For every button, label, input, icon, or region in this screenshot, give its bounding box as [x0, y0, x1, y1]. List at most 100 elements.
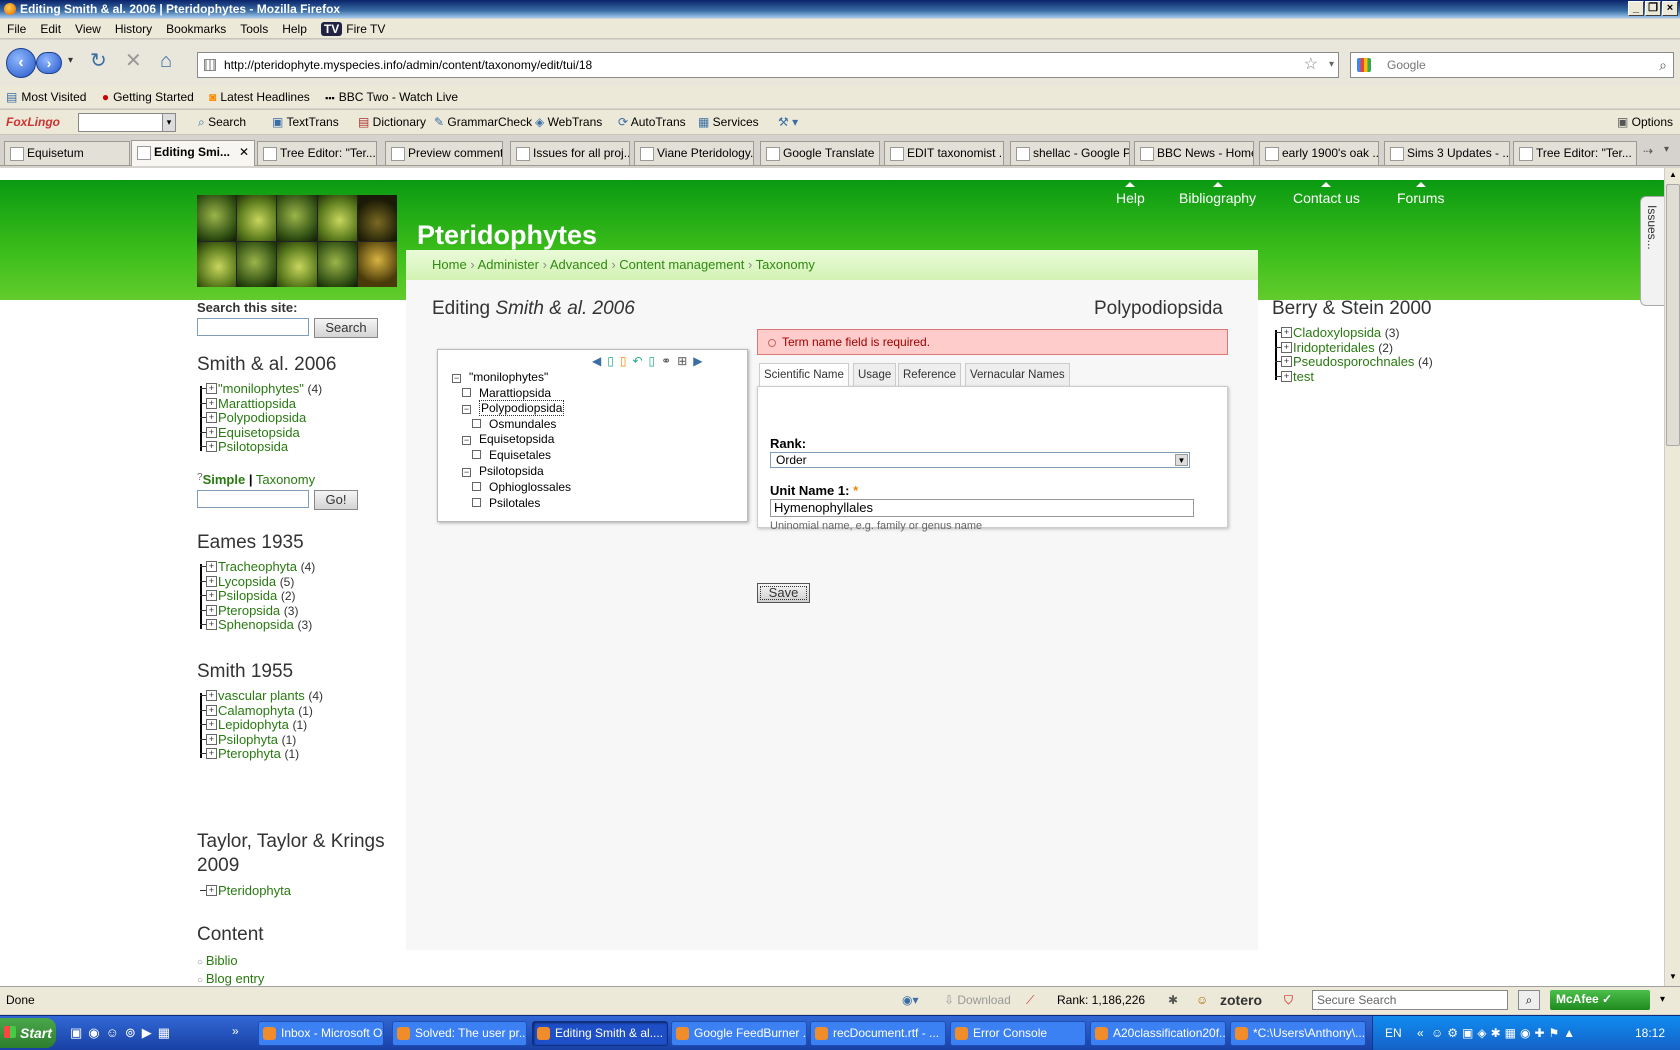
restore-button[interactable]: ❐ — [1645, 1, 1661, 16]
scrollbar-thumb[interactable] — [1666, 184, 1680, 446]
tab-bbc-news[interactable]: BBC News - Home — [1134, 141, 1254, 165]
fox-dictionary-item[interactable]: ▤ Dictionary — [358, 110, 426, 134]
tree-item-lycopsida[interactable]: Lycopsida (5) — [198, 574, 315, 590]
tab-vernacular-names[interactable]: Vernacular Names — [965, 363, 1070, 387]
tab-scroll-icon[interactable]: ⇢ — [1643, 144, 1653, 158]
tab-list-icon[interactable]: ▾ — [1664, 144, 1669, 155]
crumb-taxonomy[interactable]: Taxonomy — [756, 257, 815, 272]
bookmark-latest-headlines[interactable]: Latest Headlines — [220, 90, 309, 104]
fox-webtrans-item[interactable]: ◈ WebTrans — [535, 110, 602, 134]
list-item[interactable]: ○ Blog entry — [197, 971, 264, 986]
tree-item-lepidophyta[interactable]: Lepidophyta (1) — [198, 717, 323, 733]
save-button[interactable]: Save — [757, 583, 810, 603]
graph-icon[interactable]: ⟋ — [1026, 987, 1034, 1013]
unit-name-input[interactable]: Hymenophyllales — [770, 499, 1194, 517]
mcafee-dropdown-icon[interactable]: ▾ — [1660, 987, 1665, 1013]
tab-tree-editor-2[interactable]: Tree Editor: "Ter... — [1513, 141, 1637, 165]
chevron-down-icon[interactable]: ▼ — [1175, 454, 1188, 466]
add-sibling-icon[interactable]: ▯ — [620, 354, 633, 368]
tree-prev-icon[interactable]: ◀ — [592, 354, 607, 368]
bookmark-getting-started[interactable]: Getting Started — [113, 90, 194, 104]
face-icon[interactable]: ☺ — [1196, 987, 1208, 1013]
stop-icon[interactable]: ✕ — [125, 50, 142, 72]
quicklaunch-more-icon[interactable]: » — [232, 1024, 239, 1038]
fox-services-item[interactable]: ▦ Services — [698, 110, 759, 134]
task-solved[interactable]: Solved: The user pr... — [392, 1021, 527, 1046]
forward-button[interactable]: › — [36, 52, 62, 74]
task-inbox[interactable]: Inbox - Microsoft O... — [258, 1021, 384, 1046]
tree-node-selected[interactable]: − Polypodiopsida — [462, 400, 565, 416]
site-name[interactable]: Pteridophytes — [417, 220, 597, 251]
binoculars-icon[interactable]: ⊞ — [677, 354, 693, 368]
fox-search-item[interactable]: ⌕ Search — [198, 110, 246, 134]
close-button[interactable]: × — [1662, 1, 1678, 16]
tree-node[interactable]: Ophioglossales — [472, 480, 571, 494]
tree-node[interactable]: Osmundales — [472, 417, 556, 431]
nav-forums[interactable]: Forums — [1397, 182, 1444, 206]
undo-icon[interactable]: ↶ — [632, 354, 648, 368]
tab-editing-smith[interactable]: Editing Smi... ✕ — [131, 140, 255, 166]
tab-reference[interactable]: Reference — [898, 363, 962, 387]
home-icon[interactable]: ⌂ — [160, 50, 172, 72]
reload-icon[interactable]: ↻ — [90, 50, 107, 72]
search-icon[interactable]: ⌕ — [1659, 53, 1667, 77]
google-icon[interactable] — [1357, 58, 1371, 72]
scroll-up-icon[interactable]: ▲ — [1666, 168, 1680, 182]
tree-node[interactable]: − "monilophytes" — [452, 370, 548, 384]
download-item[interactable]: ⇩ Download — [944, 987, 1011, 1013]
tree-node[interactable]: Equisetales — [472, 448, 551, 462]
firetv-menu[interactable]: TV Fire TV — [314, 19, 392, 39]
tab-tree-editor[interactable]: Tree Editor: "Ter... — [257, 141, 377, 165]
taxonomy-link[interactable]: Taxonomy — [256, 472, 315, 487]
fox-options[interactable]: ▣ Options — [1617, 110, 1673, 134]
list-item[interactable]: ○ Biblio — [197, 953, 264, 971]
tools-icon[interactable]: ⚒ ▾ — [778, 110, 798, 134]
firebug-icon[interactable]: ✱ — [1168, 987, 1178, 1013]
tree-item-tracheophyta[interactable]: Tracheophyta (4) — [198, 559, 315, 575]
crumb-administer[interactable]: Administer — [478, 257, 539, 272]
tray-expand-icon[interactable]: « — [1417, 1016, 1424, 1050]
tree-next-icon[interactable]: ▶ — [693, 354, 708, 368]
crumb-home[interactable]: Home — [432, 257, 467, 272]
foxlingo-dropdown-icon[interactable]: ▾ — [162, 113, 176, 132]
tab-viane[interactable]: Viane Pteridology... — [634, 141, 754, 165]
tab-sims3[interactable]: Sims 3 Updates - ... — [1384, 141, 1510, 165]
add-term-icon[interactable]: ▯ — [649, 354, 662, 368]
tab-close-icon[interactable]: ✕ — [239, 141, 249, 163]
tree-node[interactable]: Psilotales — [472, 496, 540, 510]
menu-bookmarks[interactable]: Bookmarks — [159, 19, 233, 39]
issues-side-tab[interactable]: Issues... — [1640, 196, 1664, 306]
fox-texttrans-item[interactable]: ▣ TextTrans — [272, 110, 339, 134]
tree-node[interactable]: Marattiopsida — [462, 386, 551, 400]
foxlingo-brand[interactable]: FoxLingo — [6, 110, 60, 134]
task-feedburner[interactable]: Google FeedBurner ... — [671, 1021, 807, 1046]
page-scrollbar[interactable]: ▲ ▼ — [1664, 168, 1680, 986]
url-bar[interactable]: http://pteridophyte.myspecies.info/admin… — [197, 52, 1339, 78]
tree-item-calamophyta[interactable]: Calamophyta (1) — [198, 703, 323, 719]
nav-help[interactable]: Help — [1116, 182, 1145, 206]
tree-item-pteropsida[interactable]: Pteropsida (3) — [198, 603, 315, 619]
simple-link[interactable]: Simple — [203, 472, 246, 487]
back-button[interactable]: ‹ — [6, 48, 36, 78]
history-dropdown-icon[interactable]: ▾ — [68, 50, 73, 72]
menu-file[interactable]: File — [0, 19, 33, 39]
site-search-input[interactable] — [197, 318, 309, 336]
site-logo[interactable] — [197, 195, 397, 287]
tab-preview-comment[interactable]: Preview comment... — [385, 141, 503, 165]
language-indicator[interactable]: EN — [1385, 1016, 1402, 1050]
tree-item-marattiopsida[interactable]: Marattiopsida — [198, 396, 322, 412]
search-engine-box[interactable]: Google ⌕ — [1350, 52, 1674, 78]
fox-grammarcheck-item[interactable]: ✎ GrammarCheck — [434, 110, 532, 134]
tab-equisetum[interactable]: Equisetum — [4, 141, 130, 165]
fox-autotrans-item[interactable]: ⟳ AutoTrans — [618, 110, 686, 134]
bookmark-most-visited[interactable]: Most Visited — [21, 90, 86, 104]
tree-item-psilopsida[interactable]: Psilopsida (2) — [198, 588, 315, 604]
rank-select[interactable]: Order ▼ — [770, 452, 1190, 468]
task-a20classification[interactable]: A20classification20f... — [1090, 1021, 1226, 1046]
go-button[interactable]: Go! — [314, 490, 358, 510]
site-search-button[interactable]: Search — [314, 318, 378, 338]
tree-item-polypodiopsida[interactable]: Polypodiopsida — [198, 410, 322, 426]
nav-bibliography[interactable]: Bibliography — [1179, 182, 1256, 206]
tree-item-iridopteridales[interactable]: Iridopteridales (2) — [1273, 340, 1433, 356]
tab-usage[interactable]: Usage — [853, 363, 897, 387]
